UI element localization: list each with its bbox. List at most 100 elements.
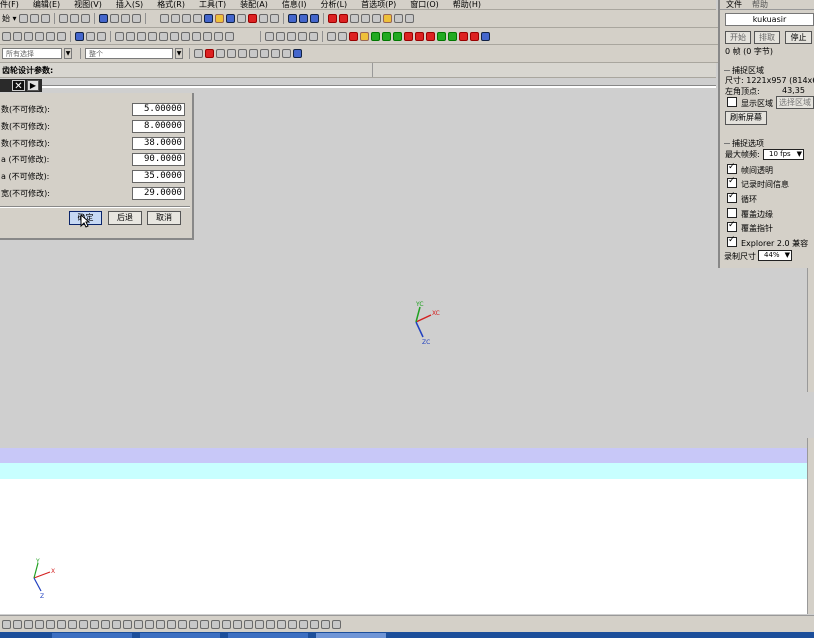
info-icon[interactable] xyxy=(404,14,414,23)
undo-icon[interactable] xyxy=(98,14,108,23)
material-icon[interactable] xyxy=(470,31,479,41)
select-area-button[interactable]: 选择区域 xyxy=(776,96,814,109)
option-checkbox[interactable]: Explorer 2.0 兼容 xyxy=(727,235,808,249)
bottom-tool-icon[interactable] xyxy=(233,619,242,629)
end-point-icon[interactable] xyxy=(216,49,225,58)
select-icon[interactable] xyxy=(120,14,130,23)
project-icon[interactable] xyxy=(309,31,318,41)
bottom-tool-icon[interactable] xyxy=(332,619,341,629)
fit-icon[interactable] xyxy=(159,14,169,23)
center-point-icon[interactable] xyxy=(238,49,247,58)
view-icon[interactable] xyxy=(203,14,213,23)
menu-item[interactable]: 分析(L) xyxy=(320,0,347,9)
bottom-tool-icon[interactable] xyxy=(123,619,132,629)
curve-tool-icon[interactable] xyxy=(265,31,274,41)
menu-item[interactable]: 窗口(O) xyxy=(410,0,439,9)
quadrant-icon[interactable] xyxy=(249,49,258,58)
taskbar-button[interactable] xyxy=(52,633,132,638)
unite-icon[interactable] xyxy=(115,31,124,41)
assembly-icon[interactable] xyxy=(293,49,302,58)
box-select-icon[interactable] xyxy=(282,49,291,58)
new-icon[interactable] xyxy=(18,14,28,23)
bottom-tool-icon[interactable] xyxy=(101,619,110,629)
copy-icon[interactable] xyxy=(69,14,79,23)
intersection-icon[interactable] xyxy=(260,49,269,58)
filter-icon[interactable] xyxy=(131,14,141,23)
bottom-tool-icon[interactable] xyxy=(46,619,55,629)
hole-icon[interactable] xyxy=(35,31,44,41)
option-checkbox[interactable]: 记录时间信息 xyxy=(727,176,789,190)
open-icon[interactable] xyxy=(29,14,39,23)
bridge-icon[interactable] xyxy=(287,31,296,41)
taskbar-button[interactable] xyxy=(140,633,220,638)
mirror-icon[interactable] xyxy=(203,31,212,41)
rotate-icon[interactable] xyxy=(192,14,202,23)
option-checkbox[interactable]: 帧间透明 xyxy=(727,162,773,176)
paste-icon[interactable] xyxy=(80,14,90,23)
chevron-down-icon[interactable]: ▼ xyxy=(64,48,72,59)
bottom-tool-icon[interactable] xyxy=(134,619,143,629)
menu-item[interactable]: 信息(I) xyxy=(282,0,307,9)
menu-item[interactable]: 编辑(E) xyxy=(33,0,60,9)
redo-icon[interactable] xyxy=(109,14,119,23)
taskbar-button[interactable] xyxy=(316,633,386,638)
snap-point-icon[interactable] xyxy=(194,49,203,58)
menu-item[interactable]: 视图(V) xyxy=(74,0,102,9)
menu-item[interactable]: 装配(A) xyxy=(240,0,268,9)
boss-icon[interactable] xyxy=(46,31,55,41)
bottom-tool-icon[interactable] xyxy=(178,619,187,629)
extrude-icon[interactable] xyxy=(2,31,11,41)
blend-icon[interactable] xyxy=(86,31,95,41)
stop-button[interactable]: 停止 xyxy=(785,31,812,44)
scene-icon[interactable] xyxy=(481,31,490,41)
bottom-tool-icon[interactable] xyxy=(299,619,308,629)
snap-icon[interactable] xyxy=(287,14,297,23)
menu-item[interactable]: 插入(S) xyxy=(116,0,143,9)
feature-icon[interactable] xyxy=(75,31,84,41)
measure-icon[interactable] xyxy=(393,14,403,23)
split-icon[interactable] xyxy=(159,31,168,41)
record-size-select[interactable]: 44% ▼ xyxy=(758,250,792,261)
pan-icon[interactable] xyxy=(181,14,191,23)
render-icon[interactable] xyxy=(247,14,257,23)
wireframe-icon[interactable] xyxy=(258,14,268,23)
bottom-tool-icon[interactable] xyxy=(167,619,176,629)
save-icon[interactable] xyxy=(40,14,50,23)
menu-item[interactable]: 帮助(H) xyxy=(453,0,481,9)
bottom-tool-icon[interactable] xyxy=(2,619,11,629)
cube-view-icon[interactable] xyxy=(225,14,235,23)
green-tool-icon[interactable] xyxy=(371,31,380,41)
red-tool-icon[interactable] xyxy=(404,31,413,41)
curve-icon[interactable] xyxy=(338,14,348,23)
sketch-icon[interactable] xyxy=(327,14,337,23)
arc-icon[interactable] xyxy=(360,14,370,23)
revolve-icon[interactable] xyxy=(13,31,22,41)
menu-help[interactable]: 帮助 xyxy=(752,0,768,10)
back-button[interactable]: 后退 xyxy=(108,211,142,225)
menu-file[interactable]: 文件 xyxy=(726,0,742,10)
menu-item[interactable]: 工具(T) xyxy=(199,0,226,9)
bottom-tool-icon[interactable] xyxy=(310,619,319,629)
shade-icon[interactable] xyxy=(236,14,246,23)
layer-icon[interactable] xyxy=(269,14,279,23)
bottom-tool-icon[interactable] xyxy=(244,619,253,629)
bottom-tool-icon[interactable] xyxy=(277,619,286,629)
field-value[interactable]: 5.00000 xyxy=(132,103,185,116)
zoom-icon[interactable] xyxy=(170,14,180,23)
option-checkbox[interactable]: 覆盖指针 xyxy=(727,220,773,234)
mid-point-icon[interactable] xyxy=(227,49,236,58)
next-arrow-icon[interactable]: ▶ xyxy=(27,80,39,91)
trim-icon[interactable] xyxy=(148,31,157,41)
dimension-icon[interactable] xyxy=(382,14,392,23)
intersect-icon[interactable] xyxy=(137,31,146,41)
pause-button[interactable]: 排取 xyxy=(754,31,780,44)
bottom-tool-icon[interactable] xyxy=(112,619,121,629)
menu-item[interactable]: 首选项(P) xyxy=(361,0,396,9)
line-icon[interactable] xyxy=(349,14,359,23)
highlight-icon[interactable] xyxy=(360,31,369,41)
color-icon[interactable] xyxy=(437,31,446,41)
pick-icon[interactable] xyxy=(205,49,214,58)
close-icon[interactable]: ✕ xyxy=(12,80,25,92)
scale-icon[interactable] xyxy=(181,31,190,41)
bottom-tool-icon[interactable] xyxy=(145,619,154,629)
